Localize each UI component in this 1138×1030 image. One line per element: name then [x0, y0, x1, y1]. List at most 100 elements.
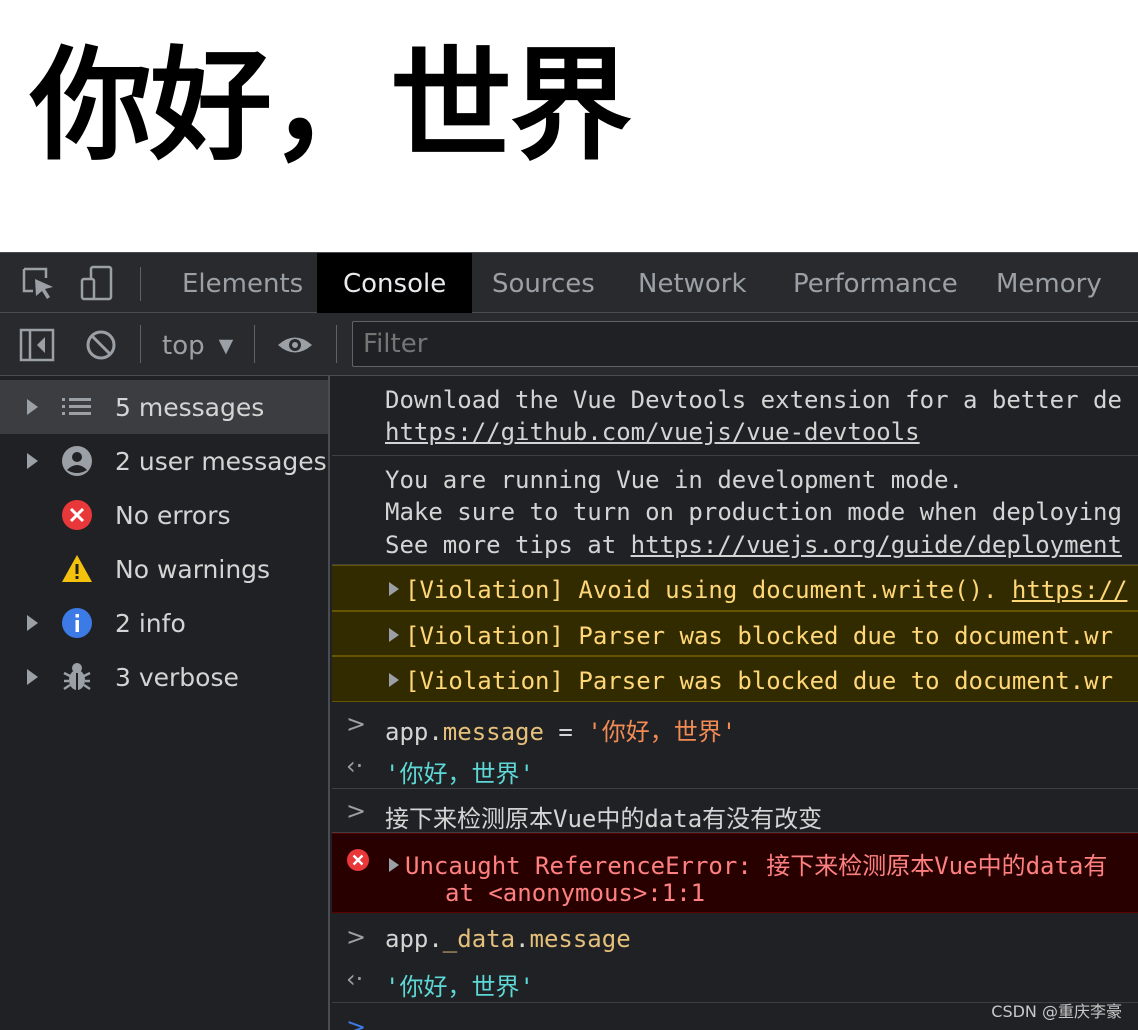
command-object: app.: [385, 718, 443, 746]
command-text: app._data.message: [385, 925, 631, 953]
input-prompt-icon: >: [346, 797, 367, 825]
console-error[interactable]: Uncaught ReferenceError: 接下来检测原本Vue中的dat…: [332, 833, 1138, 913]
user-icon: [62, 446, 92, 476]
tab-elements[interactable]: Elements: [182, 253, 303, 313]
expand-arrow-icon[interactable]: [389, 628, 399, 642]
input-prompt-icon: >: [346, 710, 367, 738]
toolbar-separator: [254, 325, 255, 363]
tab-sources[interactable]: Sources: [492, 253, 595, 313]
toolbar-separator: [140, 325, 141, 363]
console-output: Download the Vue Devtools extension for …: [332, 376, 1138, 1030]
console-violation[interactable]: [Violation] Avoid using document.write()…: [332, 565, 1138, 611]
message-text: You are running Vue in development mode.: [385, 466, 963, 494]
devtools-tabbar: Elements Console Sources Network Perform…: [0, 252, 1138, 313]
command-value: '你好，世界': [587, 718, 737, 746]
console-toolbar: top ▼: [0, 313, 1138, 376]
violation-message: [Violation] Avoid using document.write()…: [405, 576, 1012, 604]
live-expression-eye-icon[interactable]: [276, 326, 314, 364]
console-violation[interactable]: [Violation] Parser was blocked due to do…: [332, 656, 1138, 702]
expand-arrow-icon[interactable]: [27, 615, 38, 631]
dropdown-arrow-icon: ▼: [218, 335, 234, 357]
devtools-panel: Elements Console Sources Network Perform…: [0, 252, 1138, 1030]
clear-console-icon[interactable]: [82, 326, 120, 364]
sidebar-item-messages[interactable]: 5 messages: [0, 380, 328, 434]
expand-arrow-icon[interactable]: [27, 669, 38, 685]
result-arrow-icon: ‹·: [346, 965, 364, 993]
error-icon: [347, 849, 369, 871]
console-result: ‹· '你好，世界': [332, 959, 1138, 1003]
expand-arrow-icon[interactable]: [389, 673, 399, 687]
expand-arrow-icon[interactable]: [27, 453, 38, 469]
command-dot: .: [515, 925, 530, 953]
tab-performance[interactable]: Performance: [793, 253, 958, 313]
violation-text: [Violation] Parser was blocked due to do…: [389, 667, 1113, 695]
list-icon: [62, 398, 91, 415]
error-message: Uncaught ReferenceError: 接下来检测原本Vue中的dat…: [405, 852, 1108, 880]
context-selector[interactable]: top ▼: [162, 322, 233, 366]
console-violation[interactable]: [Violation] Parser was blocked due to do…: [332, 611, 1138, 656]
sidebar-item-label: 3 verbose: [115, 663, 239, 692]
input-prompt-icon: >: [346, 1013, 367, 1030]
error-icon: [62, 500, 92, 530]
watermark: CSDN @重庆李豪: [991, 1002, 1122, 1021]
sidebar-item-label: No errors: [115, 501, 231, 530]
vue-devtools-link[interactable]: https://github.com/vuejs/vue-devtools: [385, 418, 920, 446]
device-toolbar-icon[interactable]: [79, 265, 115, 301]
violation-link[interactable]: https://: [1012, 576, 1128, 604]
sidebar-item-label: 2 user messages: [115, 447, 327, 476]
sidebar-item-label: 5 messages: [115, 393, 265, 422]
expand-arrow-icon[interactable]: [389, 582, 399, 596]
vue-deployment-link[interactable]: https://vuejs.org/guide/deployment: [631, 531, 1122, 559]
context-label: top: [162, 331, 205, 361]
bug-icon: [63, 663, 91, 691]
tab-console[interactable]: Console: [317, 253, 473, 313]
message-text: Download the Vue Devtools extension for …: [385, 386, 1122, 414]
sidebar-item-label: No warnings: [115, 555, 271, 584]
page-heading: 你好，世界: [30, 35, 632, 177]
result-text: '你好，世界': [385, 973, 534, 1001]
command-property: _data: [442, 925, 516, 953]
sidebar-item-errors[interactable]: No errors: [0, 488, 328, 542]
message-text: See more tips at https://vuejs.org/guide…: [385, 531, 1122, 559]
info-icon: [62, 608, 92, 638]
message-prefix: See more tips at: [385, 531, 631, 559]
violation-message: [Violation] Parser was blocked due to do…: [405, 667, 1114, 695]
sidebar-item-label: 2 info: [115, 609, 186, 638]
command-text: 接下来检测原本Vue中的data有没有改变: [385, 805, 823, 833]
sidebar-item-user-messages[interactable]: 2 user messages: [0, 434, 328, 488]
input-prompt-icon: >: [346, 923, 367, 951]
tab-network[interactable]: Network: [638, 253, 747, 313]
message-text: Make sure to turn on production mode whe…: [385, 498, 1122, 526]
console-command: > app._data.message: [332, 913, 1138, 959]
console-command: > app.message = '你好，世界': [332, 702, 1138, 746]
tabbar-separator: [140, 267, 141, 301]
console-message-devtools: Download the Vue Devtools extension for …: [332, 376, 1138, 456]
error-text: Uncaught ReferenceError: 接下来检测原本Vue中的dat…: [389, 846, 1107, 881]
inspect-element-icon[interactable]: [20, 265, 56, 301]
command-object: app.: [385, 925, 443, 953]
expand-arrow-icon[interactable]: [27, 399, 38, 415]
sidebar-item-verbose[interactable]: 3 verbose: [0, 650, 328, 704]
command-property: message: [442, 718, 544, 746]
expand-arrow-icon[interactable]: [389, 858, 399, 872]
console-sidebar: 5 messages 2 user messages No errors No …: [0, 376, 330, 1030]
console-message-dev-mode: You are running Vue in development mode.…: [332, 456, 1138, 565]
warning-icon: [62, 555, 92, 582]
console-command: > 接下来检测原本Vue中的data有没有改变: [332, 789, 1138, 833]
result-arrow-icon: ‹·: [346, 752, 364, 780]
command-text: app.message = '你好，世界': [385, 712, 736, 746]
violation-text: [Violation] Avoid using document.write()…: [389, 576, 1127, 604]
violation-message: [Violation] Parser was blocked due to do…: [405, 622, 1114, 650]
command-operator: =: [543, 718, 588, 746]
error-stack: at <anonymous>:1:1: [445, 879, 706, 907]
console-result: ‹· '你好，世界': [332, 746, 1138, 789]
command-property: message: [529, 925, 631, 953]
sidebar-item-info[interactable]: 2 info: [0, 596, 328, 650]
sidebar-toggle-icon[interactable]: [18, 326, 56, 364]
toolbar-separator: [336, 325, 337, 363]
filter-input[interactable]: [352, 321, 1138, 367]
sidebar-item-warnings[interactable]: No warnings: [0, 542, 328, 596]
result-text: '你好，世界': [385, 760, 534, 788]
violation-text: [Violation] Parser was blocked due to do…: [389, 622, 1113, 650]
tab-memory[interactable]: Memory: [996, 253, 1102, 313]
